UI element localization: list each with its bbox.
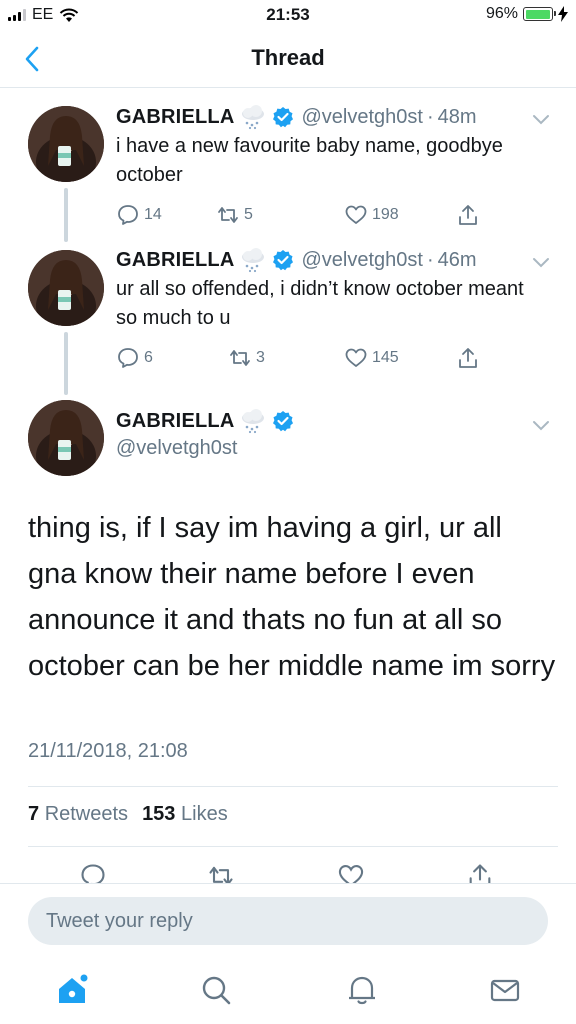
likes-label: Likes <box>181 803 228 825</box>
page-title: Thread <box>251 45 325 70</box>
tab-bar <box>0 958 576 1024</box>
tweet-text: thing is, if I say im having a girl, ur … <box>28 512 556 682</box>
retweet-icon <box>230 350 250 366</box>
reply-button[interactable]: 14 <box>116 203 162 227</box>
reply-input[interactable]: Tweet your reply <box>28 897 548 945</box>
retweets-count: 7 <box>28 803 40 825</box>
user-handle[interactable]: @velvetgh0st <box>116 437 237 460</box>
separator-dot: · <box>426 105 434 128</box>
tweet-text: i have a new favourite baby name, goodby… <box>116 135 503 186</box>
search-icon[interactable] <box>198 972 234 1008</box>
heart-icon <box>345 348 367 367</box>
chevron-down-icon[interactable] <box>530 251 552 273</box>
status-bar: EE 21:53 96% <box>0 0 576 30</box>
like-button[interactable]: 198 <box>344 203 399 227</box>
thread-connector <box>64 188 68 242</box>
user-handle[interactable]: @velvetgh0st <box>301 106 422 129</box>
avatar[interactable] <box>28 250 104 326</box>
heart-icon <box>345 205 367 224</box>
avatar[interactable] <box>28 106 104 182</box>
tweet-actions: 14 5 198 <box>116 203 496 229</box>
tweet-header: GABRIELLA @velvetgh0st · 46m <box>116 247 477 273</box>
reply-count: 14 <box>144 206 162 223</box>
display-name[interactable]: GABRIELLA <box>116 106 234 129</box>
battery-percent: 96% <box>485 5 518 22</box>
snow-cloud-icon <box>242 105 265 130</box>
avatar[interactable] <box>28 400 104 476</box>
share-icon <box>459 205 477 225</box>
tweet-timestamp: 21/11/2018, 21:08 <box>28 740 188 762</box>
verified-badge-icon <box>273 250 294 271</box>
divider <box>28 786 558 787</box>
likes-stat[interactable]: 153 Likes <box>142 803 228 826</box>
nav-bar: Thread <box>0 30 576 88</box>
home-icon[interactable] <box>54 972 90 1008</box>
reply-bar: Tweet your reply <box>0 883 576 959</box>
thread-connector <box>64 332 68 395</box>
status-right: 96% <box>486 5 568 23</box>
user-handle[interactable]: @velvetgh0st <box>301 249 422 272</box>
verified-badge-icon <box>273 411 294 432</box>
messages-icon[interactable] <box>487 972 523 1008</box>
chevron-down-icon[interactable] <box>530 414 552 436</box>
reply-count: 6 <box>144 349 153 366</box>
tweet-text: ur all so offended, i didn’t know octobe… <box>116 278 524 329</box>
share-button[interactable] <box>456 203 480 227</box>
separator-dot: · <box>426 248 434 271</box>
tweet-time: 48m <box>437 105 477 128</box>
likes-count: 153 <box>142 803 176 825</box>
retweet-count: 5 <box>244 206 253 223</box>
battery-icon <box>523 7 556 21</box>
tweet-header: GABRIELLA <box>116 408 294 434</box>
like-button[interactable]: 145 <box>344 346 399 370</box>
retweets-label: Retweets <box>44 803 129 825</box>
reply-icon <box>118 348 138 368</box>
share-button[interactable] <box>456 346 480 370</box>
like-count: 145 <box>372 349 399 366</box>
divider <box>28 846 558 847</box>
snow-cloud-icon <box>242 409 265 434</box>
tweet-actions: 6 3 145 <box>116 346 496 372</box>
snow-cloud-icon <box>242 248 265 273</box>
display-name[interactable]: GABRIELLA <box>116 410 234 433</box>
verified-badge-icon <box>273 107 294 128</box>
retweet-button[interactable]: 5 <box>216 203 253 227</box>
reply-button[interactable]: 6 <box>116 346 153 370</box>
tweet-time: 46m <box>437 248 477 271</box>
share-icon <box>459 348 477 368</box>
retweet-count: 3 <box>256 349 265 366</box>
charging-bolt-icon <box>558 6 568 22</box>
retweet-icon <box>218 207 238 223</box>
notifications-icon[interactable] <box>344 972 380 1008</box>
display-name[interactable]: GABRIELLA <box>116 249 234 272</box>
chevron-down-icon[interactable] <box>530 108 552 130</box>
tweet-stats: 7 Retweets 153 Likes <box>28 803 228 826</box>
retweet-button[interactable]: 3 <box>228 346 265 370</box>
like-count: 198 <box>372 206 399 223</box>
reply-icon <box>118 205 138 225</box>
retweets-stat[interactable]: 7 Retweets <box>28 803 128 826</box>
tweet-header: GABRIELLA @velvetgh0st · 48m <box>116 104 477 130</box>
